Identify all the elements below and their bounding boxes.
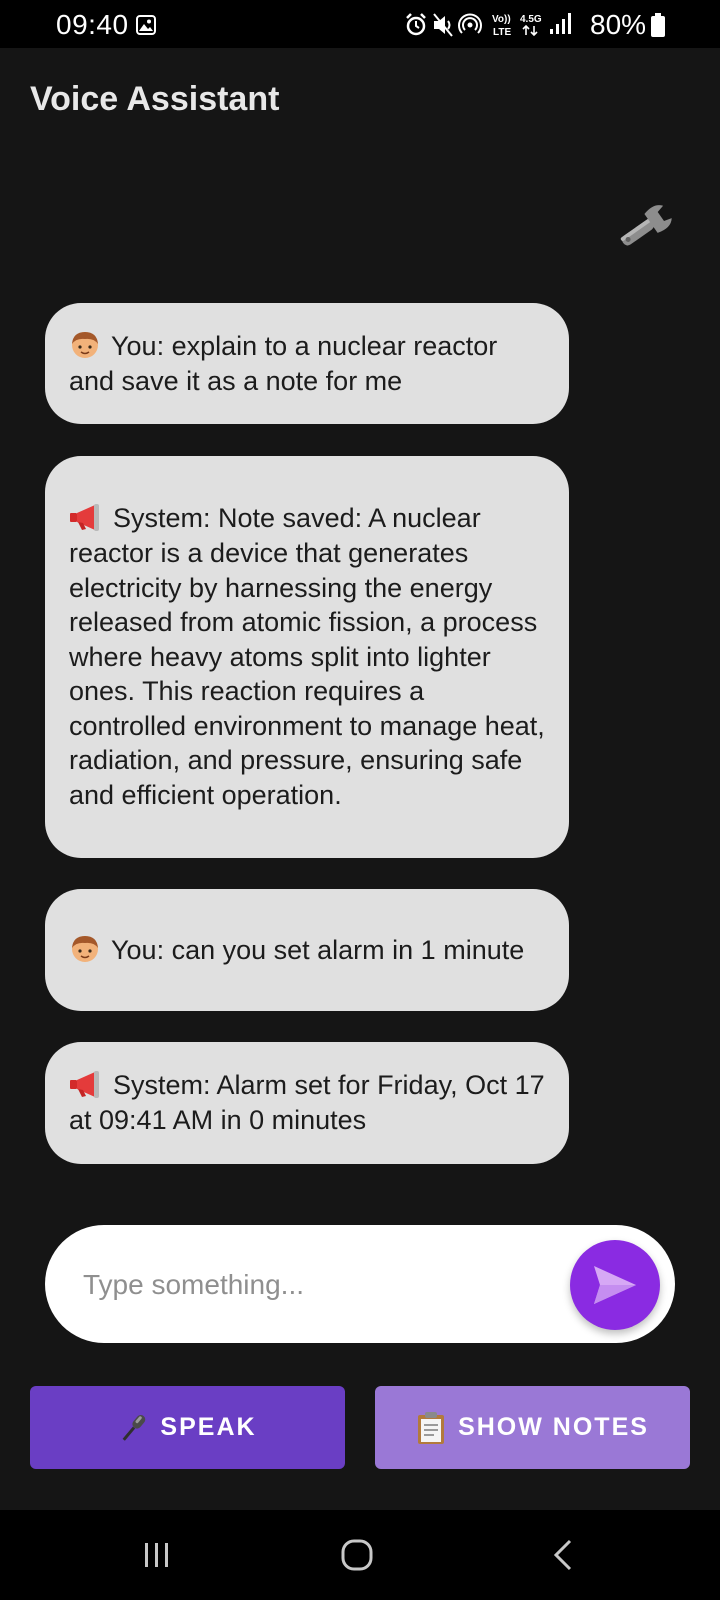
svg-text:LTE: LTE xyxy=(493,27,511,38)
message-text: System: Note saved: A nuclear reactor is… xyxy=(69,503,545,811)
message-input[interactable] xyxy=(81,1225,555,1345)
battery-icon xyxy=(651,13,665,37)
status-bar: 09:40 Vo)) LTE 4.5G 80% xyxy=(0,0,720,48)
svg-text:Vo)): Vo)) xyxy=(492,14,511,25)
home-icon[interactable] xyxy=(340,1538,374,1572)
volte-icon: Vo)) LTE xyxy=(492,14,511,38)
signal-icon xyxy=(550,13,571,34)
message-text: You: explain to a nuclear reactor and sa… xyxy=(69,330,498,396)
show-notes-button[interactable]: SHOW NOTES xyxy=(375,1386,690,1469)
battery-percent: 80% xyxy=(590,9,647,40)
clipboard-icon xyxy=(418,1411,445,1444)
message-bubble-user: You: explain to a nuclear reactor and sa… xyxy=(45,303,569,424)
message-text: You: can you set alarm in 1 minute xyxy=(111,934,525,965)
wrench-settings-icon[interactable] xyxy=(616,204,674,250)
app-title: Voice Assistant xyxy=(30,80,280,118)
message-bubble-user: You: can you set alarm in 1 minute xyxy=(45,889,569,1011)
system-nav-bar xyxy=(0,1510,720,1600)
message-bubble-system: System: Alarm set for Friday, Oct 17 at … xyxy=(45,1042,569,1164)
speak-button[interactable]: SPEAK xyxy=(30,1386,345,1469)
svg-text:4.5G: 4.5G xyxy=(520,14,542,25)
message-text: System: Alarm set for Friday, Oct 17 at … xyxy=(69,1070,545,1135)
send-button[interactable] xyxy=(570,1240,660,1330)
send-icon xyxy=(594,1266,636,1304)
microphone-icon xyxy=(123,1414,146,1441)
person-emoji-icon xyxy=(72,331,98,358)
message-bubble-system: System: Note saved: A nuclear reactor is… xyxy=(45,456,569,858)
status-icons-group: Vo)) LTE 4.5G xyxy=(406,13,571,38)
person-emoji-icon xyxy=(72,935,98,962)
show-notes-button-label: SHOW NOTES xyxy=(458,1413,649,1441)
recent-apps-icon[interactable] xyxy=(142,1540,172,1570)
back-icon[interactable] xyxy=(552,1538,574,1572)
megaphone-emoji-icon xyxy=(70,504,99,532)
hotspot-icon xyxy=(458,13,482,34)
screen: 09:40 Vo)) LTE 4.5G 80% Voice Assistant … xyxy=(0,0,720,1600)
megaphone-emoji-icon xyxy=(70,1071,99,1099)
status-time: 09:40 xyxy=(56,9,129,40)
alarm-icon xyxy=(406,13,426,36)
mute-icon xyxy=(433,13,453,37)
network-type-icon: 4.5G xyxy=(520,14,542,37)
speak-button-label: SPEAK xyxy=(160,1413,257,1441)
gallery-notification-icon xyxy=(136,15,156,35)
